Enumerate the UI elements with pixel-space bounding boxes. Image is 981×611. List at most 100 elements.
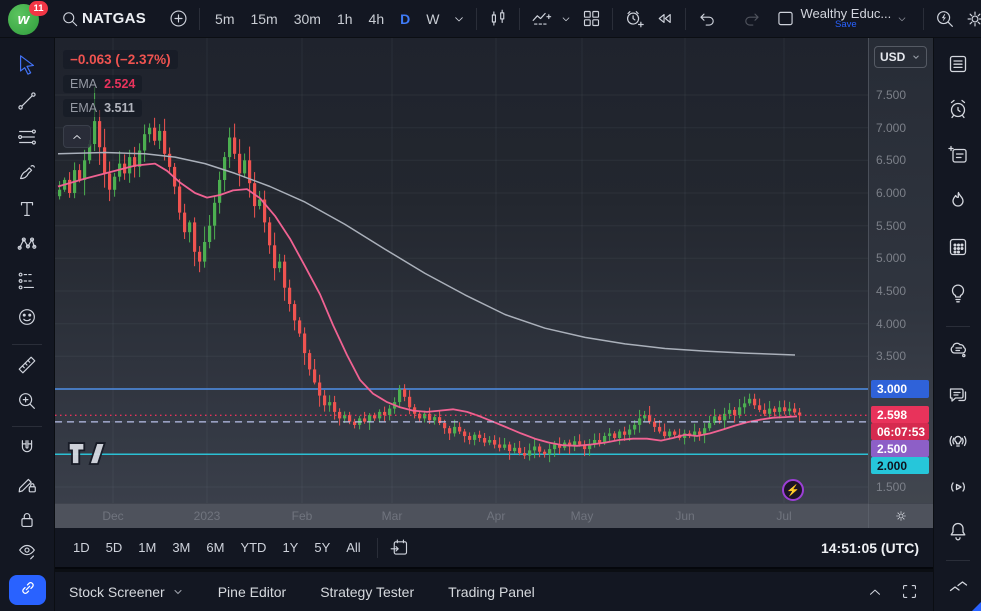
notes-button[interactable] [944, 143, 972, 171]
plus-circle-icon [168, 8, 189, 29]
chart-settings-button[interactable] [961, 4, 981, 34]
price-tick: 4.500 [876, 283, 907, 298]
bar-replay-button[interactable] [650, 4, 678, 34]
legend-collapse-button[interactable] [63, 125, 91, 148]
object-tree-link-button[interactable] [9, 575, 46, 605]
timeframe-1h[interactable]: 1h [329, 4, 361, 34]
session-clock[interactable]: 14:51:05 (UTC) [821, 540, 923, 556]
range-button-5D[interactable]: 5D [98, 536, 131, 559]
chevron-down-icon [895, 12, 909, 26]
timeframe-W[interactable]: W [418, 4, 447, 34]
measure-tool-button[interactable] [11, 352, 43, 382]
widget-sidebar [933, 38, 981, 611]
minds-button[interactable] [944, 338, 972, 366]
pencil-lock-icon [16, 473, 38, 500]
chart-style-button[interactable] [484, 4, 512, 34]
timeframe-5m[interactable]: 5m [207, 4, 242, 34]
multichart-layout-button[interactable] [577, 4, 605, 34]
pattern-tool-button[interactable] [11, 232, 43, 262]
status-item-strategy-tester[interactable]: Strategy Tester [320, 584, 414, 600]
emoji-smiley-icon [16, 306, 38, 333]
undo-button[interactable] [693, 4, 721, 34]
notifications-button[interactable] [944, 519, 972, 547]
alerts-button[interactable] [944, 97, 972, 125]
brush-tool-button[interactable] [11, 160, 43, 190]
tradingview-watermark [67, 440, 107, 473]
range-button-1M[interactable]: 1M [130, 536, 164, 559]
ideas-button[interactable] [944, 281, 972, 309]
status-item-stock-screener[interactable]: Stock Screener [69, 584, 184, 600]
streams-button[interactable] [944, 475, 972, 503]
ruler-icon [16, 354, 38, 381]
create-alert-button[interactable] [620, 4, 648, 34]
timeframe-D[interactable]: D [392, 4, 418, 34]
zoom-in-tool-button[interactable] [11, 388, 43, 418]
save-layout-button[interactable]: Wealthy Educ... Save [775, 4, 909, 34]
collapse-sidebar-button[interactable] [944, 574, 972, 602]
axis-settings-corner[interactable] [868, 503, 933, 528]
fullscreen-button[interactable] [900, 582, 919, 601]
trend-line-tool-button[interactable] [11, 88, 43, 118]
range-button-1Y[interactable]: 1Y [274, 536, 306, 559]
range-button-5Y[interactable]: 5Y [306, 536, 338, 559]
watchlist-button[interactable] [944, 52, 972, 80]
symbol-search-button[interactable]: NATGAS [60, 4, 146, 34]
timeframe-menu-button[interactable] [449, 4, 469, 34]
drawing-mode-lock-button[interactable] [11, 471, 43, 501]
compare-add-symbol-button[interactable] [164, 4, 192, 34]
currency-selector[interactable]: USD [874, 46, 927, 68]
lightbulb-icon [946, 281, 970, 310]
indicator-templates-button[interactable] [557, 4, 575, 34]
cursor-tool-button[interactable] [11, 52, 43, 82]
calendar-button[interactable] [944, 235, 972, 263]
range-button-3M[interactable]: 3M [164, 536, 198, 559]
user-menu-button[interactable]: w 11 [6, 0, 48, 36]
quick-search-button[interactable] [931, 4, 959, 34]
save-link[interactable]: Save [835, 20, 857, 30]
live-ideas-button[interactable] [944, 429, 972, 457]
spark-event-icon[interactable]: ⚡ [782, 479, 804, 501]
text-tool-button[interactable] [11, 196, 43, 226]
level-badge-3000: 3.000 [871, 379, 929, 398]
range-button-6M[interactable]: 6M [198, 536, 232, 559]
ema-fast-row[interactable]: EMA 2.524 [63, 75, 143, 93]
range-button-All[interactable]: All [338, 536, 368, 559]
hide-drawings-button[interactable] [11, 538, 43, 568]
fib-lines-tool-button[interactable] [11, 124, 43, 154]
bottom-range-bar: 1D 5D 1M 3M 6M YTD 1Y 5Y All 14:51:05 (UTC) [55, 528, 933, 569]
time-axis-label-Feb: Feb [291, 509, 313, 523]
lock-drawings-button[interactable] [11, 507, 43, 537]
ema-slow-row[interactable]: EMA 3.511 [63, 99, 142, 117]
redo-button[interactable] [737, 4, 765, 34]
chart-pane[interactable]: −0.063 (−2.37%) EMA 2.524 EMA 3.511 ⚡ [55, 38, 868, 503]
time-axis[interactable]: Dec 2023 Feb Mar Apr May Jun Jul [55, 503, 868, 529]
range-button-YTD[interactable]: YTD [232, 536, 274, 559]
logo-letter: w [17, 10, 30, 28]
chevron-down-icon [174, 589, 182, 594]
time-axis-label-2023: 2023 [193, 509, 221, 523]
replay-icon [654, 8, 675, 29]
timeframe-4h[interactable]: 4h [361, 4, 393, 34]
toolbar-separator [923, 7, 924, 30]
timeframe-30m[interactable]: 30m [286, 4, 329, 34]
indicators-button[interactable] [527, 4, 555, 34]
forecast-tool-button[interactable] [11, 268, 43, 298]
go-to-date-button[interactable] [386, 533, 414, 563]
status-item-pine-editor[interactable]: Pine Editor [218, 584, 286, 600]
chevron-down-icon [913, 55, 919, 59]
chat-bubble-icon [946, 383, 970, 412]
emoji-tool-button[interactable] [11, 304, 43, 334]
expand-panel-button[interactable] [866, 583, 884, 601]
price-axis[interactable]: USD 7.500 7.000 6.500 6.000 5.500 5.000 4.500 4… [868, 38, 933, 528]
magnet-mode-button[interactable] [11, 435, 43, 465]
range-button-1D[interactable]: 1D [65, 536, 98, 559]
timeframe-15m[interactable]: 15m [242, 4, 285, 34]
chat-button[interactable] [944, 383, 972, 411]
price-tick: 7.500 [876, 88, 907, 102]
chevron-down-icon [559, 12, 573, 26]
zoom-in-icon [16, 390, 38, 417]
calendar-dots-icon [946, 235, 970, 264]
hotlists-button[interactable] [944, 189, 972, 217]
resize-corner[interactable] [972, 602, 981, 611]
status-item-trading-panel[interactable]: Trading Panel [448, 584, 535, 600]
